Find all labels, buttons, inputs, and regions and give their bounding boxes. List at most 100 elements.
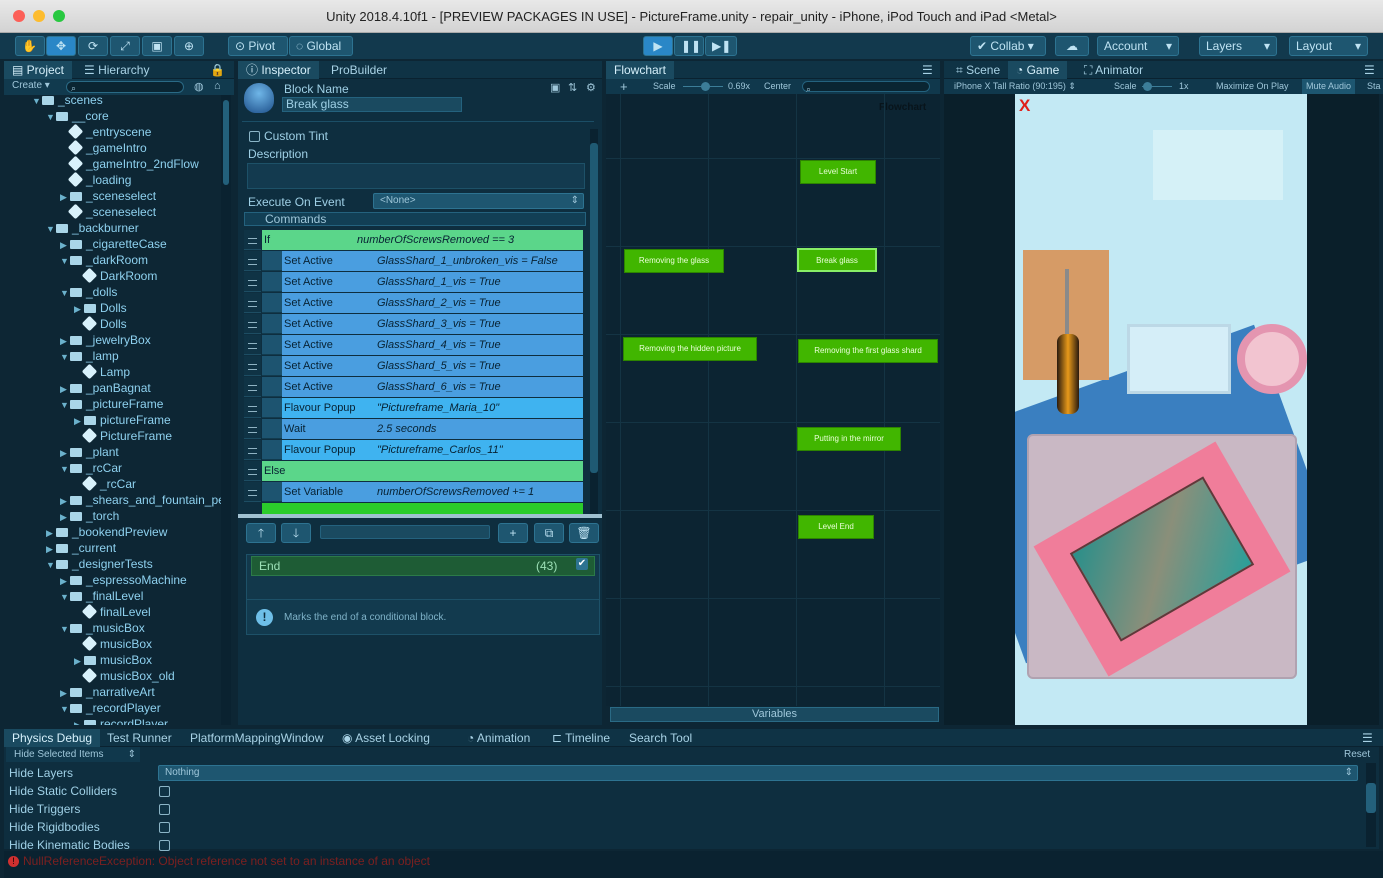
cloud-button[interactable]: ☁ — [1055, 36, 1089, 56]
tree-item[interactable]: DarkRoom — [74, 267, 157, 284]
flowchart-block[interactable]: Break glass — [797, 248, 877, 272]
layers-dropdown[interactable]: Layers ▾ — [1199, 36, 1277, 56]
flowchart-block[interactable]: Removing the first glass shard — [798, 339, 938, 363]
account-dropdown[interactable]: Account ▾ — [1097, 36, 1179, 56]
expanded-arrow-icon[interactable]: ▼ — [46, 109, 56, 125]
drag-handle-icon[interactable] — [244, 482, 261, 502]
command-row[interactable]: Else — [262, 461, 583, 481]
duplicate-command-button[interactable]: ⧉ — [534, 523, 564, 543]
expanded-arrow-icon[interactable]: ▼ — [60, 621, 70, 637]
zoom-window-button[interactable] — [53, 10, 65, 22]
center-button[interactable]: Center — [764, 79, 791, 94]
bottom-tab[interactable]: Search Tool — [621, 729, 700, 747]
tree-item[interactable]: ▶ musicBox — [74, 652, 152, 668]
bottom-tab[interactable]: PlatformMappingWindow — [182, 729, 331, 747]
expanded-arrow-icon[interactable]: ▼ — [60, 701, 70, 717]
collapsed-arrow-icon[interactable]: ▶ — [60, 573, 70, 589]
scroll-thumb[interactable] — [590, 143, 598, 473]
variables-button[interactable]: Variables — [610, 707, 939, 722]
tree-item[interactable]: ▶ _cigaretteCase — [60, 236, 167, 252]
tree-item[interactable]: ▶ _current — [46, 540, 116, 556]
scroll-thumb[interactable] — [1366, 783, 1376, 813]
flowchart-block[interactable]: Removing the hidden picture — [623, 337, 757, 361]
layout-dropdown[interactable]: Layout ▾ — [1289, 36, 1368, 56]
tree-item[interactable]: ▶ _panBagnat — [60, 380, 151, 396]
collapsed-arrow-icon[interactable]: ▶ — [60, 333, 70, 349]
tree-item[interactable]: ▼ _dolls — [60, 284, 117, 300]
add-command-button[interactable]: + — [498, 523, 528, 543]
expanded-arrow-icon[interactable]: ▼ — [60, 253, 70, 269]
drag-handle-icon[interactable] — [244, 272, 261, 292]
close-window-button[interactable] — [13, 10, 25, 22]
drag-handle-icon[interactable] — [244, 461, 261, 481]
minimize-window-button[interactable] — [33, 10, 45, 22]
tree-item[interactable]: Dolls — [74, 315, 127, 332]
command-row[interactable]: Flavour Popup "Pictureframe_Maria_10" — [262, 398, 583, 418]
tree-item[interactable]: ▶ _torch — [60, 508, 119, 524]
flowchart-block[interactable]: Level End — [798, 515, 874, 539]
tab-inspector[interactable]: ⓘ Inspector — [238, 61, 319, 79]
tree-item[interactable]: _entryscene — [60, 123, 151, 140]
tab-project[interactable]: ▤ Project — [4, 61, 73, 79]
tab-scene[interactable]: ⌗ Scene — [948, 61, 1008, 79]
tree-item[interactable]: _sceneselect — [60, 203, 156, 220]
tree-item[interactable]: finalLevel — [74, 603, 151, 620]
tree-item[interactable]: PictureFrame — [74, 427, 172, 444]
rect-tool-button[interactable]: ▣ — [142, 36, 172, 56]
expanded-arrow-icon[interactable]: ▼ — [46, 221, 56, 237]
expanded-arrow-icon[interactable]: ▼ — [60, 589, 70, 605]
tree-item[interactable]: ▶ _bookendPreview — [46, 524, 167, 540]
flowchart-block[interactable]: Removing the glass — [624, 249, 724, 273]
tree-item[interactable]: ▶ Dolls — [74, 300, 127, 316]
project-search-input[interactable]: ⌕ — [66, 81, 184, 93]
expanded-arrow-icon[interactable]: ▼ — [60, 285, 70, 301]
drag-handle-icon[interactable] — [244, 419, 261, 439]
tree-item[interactable]: ▼ _lamp — [60, 348, 119, 364]
tree-item[interactable]: ▼ _pictureFrame — [60, 396, 163, 412]
expanded-arrow-icon[interactable]: ▼ — [60, 461, 70, 477]
transform-tool-button[interactable]: ⊕ — [174, 36, 204, 56]
gear-icon[interactable]: ⚙ — [586, 81, 596, 94]
selected-command-header[interactable]: End (43) ✔ — [251, 556, 595, 576]
tree-item[interactable]: _rcCar — [74, 475, 136, 492]
drag-handle-icon[interactable] — [244, 377, 261, 397]
drag-handle-icon[interactable] — [244, 356, 261, 376]
tree-item[interactable]: ▶ recordPlayer — [74, 716, 168, 725]
drag-handle-icon[interactable] — [244, 230, 261, 250]
collapsed-arrow-icon[interactable]: ▶ — [60, 509, 70, 525]
collapsed-arrow-icon[interactable]: ▶ — [60, 189, 70, 205]
filter-type-icon[interactable]: ◍ — [194, 80, 204, 93]
tree-item[interactable]: ▼ _finalLevel — [60, 588, 143, 604]
collapsed-arrow-icon[interactable]: ▶ — [60, 493, 70, 509]
play-button[interactable]: ▶ — [643, 36, 673, 56]
pause-button[interactable]: ❚❚ — [674, 36, 704, 56]
mute-audio-toggle[interactable]: Mute Audio — [1302, 79, 1356, 94]
bottom-tab[interactable]: ◔ Animation — [459, 729, 538, 747]
collapsed-arrow-icon[interactable]: ▶ — [74, 653, 84, 669]
stats-toggle[interactable]: Sta — [1367, 79, 1381, 94]
collapsed-arrow-icon[interactable]: ▶ — [74, 717, 84, 725]
bottom-scrollbar[interactable] — [1366, 763, 1376, 847]
collapsed-arrow-icon[interactable]: ▶ — [74, 413, 84, 429]
tree-item[interactable]: ▶ _jewelryBox — [60, 332, 151, 348]
book-icon[interactable]: ▣ — [550, 81, 560, 94]
description-textarea[interactable] — [247, 163, 585, 189]
enabled-checkbox[interactable]: ✔ — [576, 558, 588, 570]
collab-dropdown[interactable]: ✔ Collab ▾ — [970, 36, 1046, 56]
physics-option-checkbox[interactable] — [159, 804, 170, 815]
tree-item[interactable]: ▼ _rcCar — [60, 460, 122, 476]
flowchart-block[interactable]: Level Start — [800, 160, 876, 184]
reset-button[interactable]: Reset — [1344, 749, 1370, 760]
tree-item[interactable]: ▶ _shears_and_fountain_pe — [60, 492, 225, 508]
global-toggle[interactable]: ◌ Global — [289, 36, 353, 56]
tree-item[interactable]: Lamp — [74, 363, 130, 380]
close-x-icon[interactable]: X — [1019, 96, 1030, 116]
pivot-toggle[interactable]: ⊙ Pivot — [228, 36, 288, 56]
sliders-icon[interactable]: ⇅ — [568, 81, 577, 94]
expanded-arrow-icon[interactable]: ▼ — [46, 557, 56, 573]
expanded-arrow-icon[interactable]: ▼ — [60, 397, 70, 413]
scale-slider-thumb[interactable] — [701, 82, 710, 91]
maximize-on-play-toggle[interactable]: Maximize On Play — [1216, 79, 1289, 94]
tab-animator[interactable]: ⛶ Animator — [1076, 61, 1151, 79]
create-dropdown[interactable]: Create ▾ — [12, 80, 50, 91]
